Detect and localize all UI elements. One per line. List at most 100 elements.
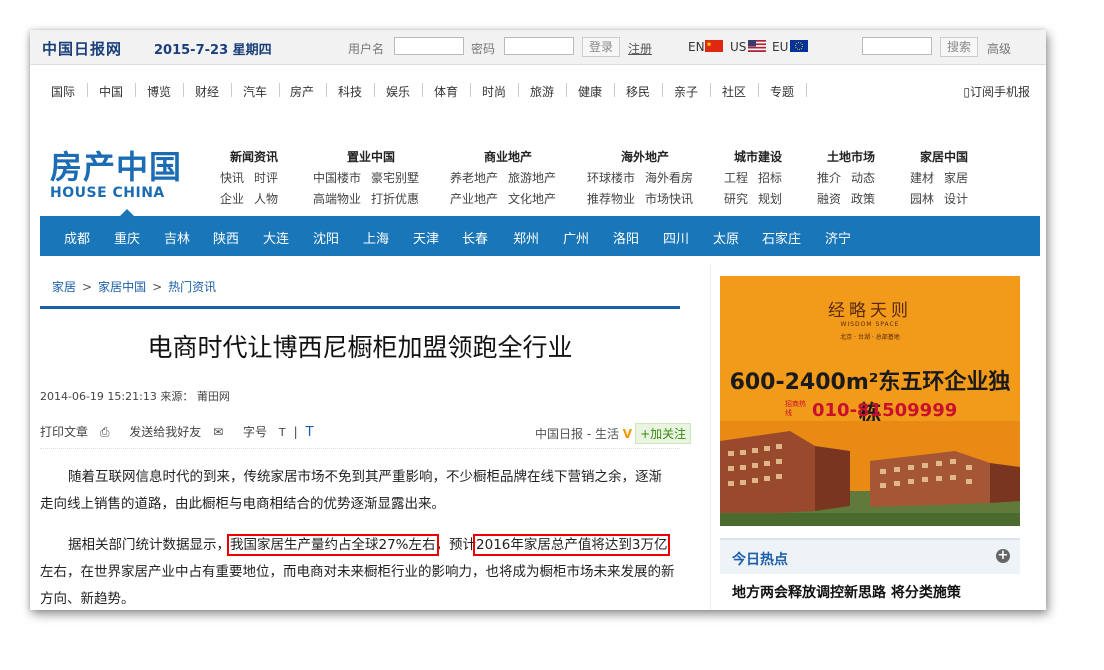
- nav-item[interactable]: 移民: [626, 83, 650, 100]
- category-link[interactable]: 招标: [758, 171, 782, 185]
- category-link[interactable]: 打折优惠: [371, 192, 419, 206]
- category-head[interactable]: 家居中国: [910, 148, 978, 165]
- font-small-button[interactable]: T: [279, 426, 286, 439]
- nav-item[interactable]: 科技: [338, 83, 362, 100]
- nav-item[interactable]: 社区: [722, 83, 746, 100]
- expand-plus-icon[interactable]: +: [996, 549, 1010, 563]
- password-input[interactable]: [504, 37, 574, 55]
- city-link[interactable]: 重庆: [114, 228, 140, 247]
- house-china-logo[interactable]: 房产中国 HOUSE CHINA: [50, 142, 182, 201]
- nav-item[interactable]: 娱乐: [386, 83, 410, 100]
- nav-item[interactable]: 国际: [51, 83, 75, 100]
- ad-brand-en: WISDOM SPACE: [840, 321, 900, 328]
- nav-item[interactable]: 博览: [147, 83, 171, 100]
- city-link[interactable]: 郑州: [513, 228, 539, 247]
- city-link[interactable]: 石家庄: [762, 228, 801, 247]
- city-link[interactable]: 大连: [263, 228, 289, 247]
- category-link[interactable]: 设计: [944, 192, 968, 206]
- category-head[interactable]: 置业中国: [313, 148, 429, 165]
- nav-item[interactable]: 体育: [434, 83, 458, 100]
- category-link[interactable]: 政策: [851, 192, 875, 206]
- category-link[interactable]: 豪宅别墅: [371, 171, 419, 185]
- breadcrumb-current[interactable]: 热门资讯: [168, 280, 216, 294]
- city-link[interactable]: 陕西: [213, 228, 239, 247]
- nav-item[interactable]: 房产: [290, 83, 314, 100]
- nav-item[interactable]: 专题: [770, 83, 794, 100]
- category-link[interactable]: 企业: [220, 192, 244, 206]
- category-link[interactable]: 产业地产: [450, 192, 498, 206]
- category-link[interactable]: 建材: [910, 171, 934, 185]
- category-link[interactable]: 中国楼市: [313, 171, 361, 185]
- nav-item[interactable]: 健康: [578, 83, 602, 100]
- category-link[interactable]: 工程: [724, 171, 748, 185]
- category-link[interactable]: 家居: [944, 171, 968, 185]
- category-link[interactable]: 养老地产: [450, 171, 498, 185]
- font-large-button[interactable]: T: [306, 425, 314, 440]
- category-head[interactable]: 新闻资讯: [220, 148, 288, 165]
- category-link[interactable]: 海外看房: [645, 171, 693, 185]
- category-link[interactable]: 推荐物业: [587, 192, 635, 206]
- print-article-link[interactable]: 打印文章 ⎙: [40, 425, 117, 439]
- us-flag-icon[interactable]: [748, 40, 766, 52]
- city-link[interactable]: 上海: [363, 228, 389, 247]
- username-input[interactable]: [394, 37, 464, 55]
- category-link[interactable]: 融资: [817, 192, 841, 206]
- advertisement-banner[interactable]: 经略天则 WISDOM SPACE 北京 · 台湖 · 总部基地 600-240…: [720, 276, 1020, 526]
- site-search-input[interactable]: [862, 37, 932, 55]
- category-link[interactable]: 规划: [758, 192, 782, 206]
- register-link[interactable]: 注册: [628, 40, 652, 57]
- category-head[interactable]: 土地市场: [817, 148, 885, 165]
- category-link[interactable]: 动态: [851, 171, 875, 185]
- nav-item[interactable]: 中国: [99, 83, 123, 100]
- category-link[interactable]: 时评: [254, 171, 278, 185]
- ad-phone: 010-81509999: [812, 400, 958, 421]
- city-link[interactable]: 吉林: [164, 228, 190, 247]
- city-link[interactable]: 成都: [64, 228, 90, 247]
- send-to-friend-link[interactable]: 发送给我好友 ✉: [129, 425, 231, 439]
- category-link[interactable]: 环球楼市: [587, 171, 635, 185]
- weibo-source-name[interactable]: 中国日报 - 生活: [535, 427, 619, 441]
- follow-button[interactable]: +加关注: [635, 423, 692, 444]
- subscribe-mobile-link[interactable]: ▯订阅手机报: [963, 83, 1030, 100]
- hot-news-link[interactable]: 地方两会释放调控新思路 将分类施策: [732, 582, 961, 602]
- category-link[interactable]: 高端物业: [313, 192, 361, 206]
- category-link[interactable]: 文化地产: [508, 192, 556, 206]
- breadcrumb-home[interactable]: 家居: [52, 280, 76, 294]
- category-link[interactable]: 市场快讯: [645, 192, 693, 206]
- advanced-search-link[interactable]: 高级: [987, 40, 1011, 57]
- nav-item[interactable]: 汽车: [243, 83, 267, 100]
- city-link[interactable]: 洛阳: [613, 228, 639, 247]
- city-link[interactable]: 天津: [413, 228, 439, 247]
- category-link[interactable]: 人物: [254, 192, 278, 206]
- browser-page: 中国日报网 2015-7-23 星期四 用户名 密码 登录 注册 EN US E…: [30, 30, 1046, 610]
- category-link[interactable]: 研究: [724, 192, 748, 206]
- lang-en-link[interactable]: EN: [688, 40, 705, 54]
- category-head[interactable]: 海外地产: [587, 148, 703, 165]
- lang-eu-link[interactable]: EU: [772, 40, 788, 54]
- city-link[interactable]: 太原: [713, 228, 739, 247]
- city-link[interactable]: 济宁: [825, 228, 851, 247]
- city-link[interactable]: 长春: [462, 228, 488, 247]
- category-head[interactable]: 商业地产: [450, 148, 566, 165]
- nav-item[interactable]: 旅游: [530, 83, 554, 100]
- font-size-control: 字号 T | T: [243, 425, 322, 440]
- chinadaily-logo[interactable]: 中国日报网: [42, 38, 122, 59]
- nav-item[interactable]: 亲子: [674, 83, 698, 100]
- category-link[interactable]: 旅游地产: [508, 171, 556, 185]
- search-button[interactable]: 搜索: [940, 37, 978, 57]
- category-head[interactable]: 城市建设: [724, 148, 792, 165]
- font-size-label: 字号: [243, 425, 268, 439]
- breadcrumb-section[interactable]: 家居中国: [98, 280, 146, 294]
- login-button[interactable]: 登录: [582, 37, 620, 57]
- city-link[interactable]: 沈阳: [313, 228, 339, 247]
- category-link[interactable]: 快讯: [220, 171, 244, 185]
- category-link[interactable]: 推介: [817, 171, 841, 185]
- nav-item[interactable]: 时尚: [482, 83, 506, 100]
- china-flag-icon[interactable]: [705, 40, 723, 52]
- eu-flag-icon[interactable]: [790, 40, 808, 52]
- city-link[interactable]: 四川: [663, 228, 689, 247]
- category-link[interactable]: 园林: [910, 192, 934, 206]
- nav-item[interactable]: 财经: [195, 83, 219, 100]
- city-link[interactable]: 广州: [563, 228, 589, 247]
- lang-us-link[interactable]: US: [730, 40, 746, 54]
